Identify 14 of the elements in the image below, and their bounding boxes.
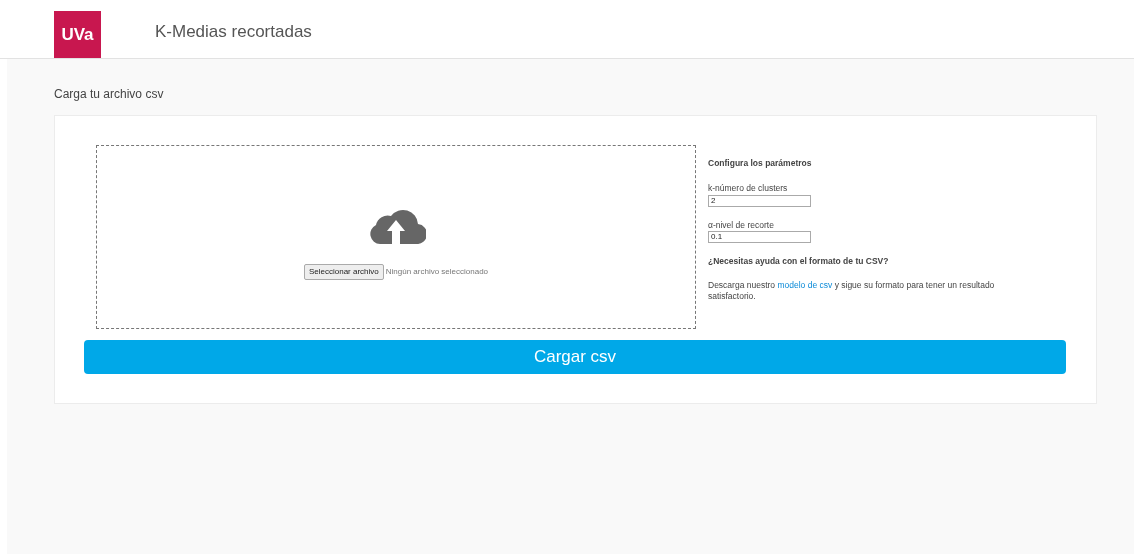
- file-status: Ningún archivo seleccionado: [385, 266, 489, 278]
- help-text: Descarga nuestro modelo de csv y sigue su formato para tener un resultado satisfactorio.: [708, 280, 996, 302]
- drop-zone[interactable]: Seleccionar archivo Ningún archivo seleccionado: [96, 145, 696, 329]
- field-label: k-número de clusters: [708, 181, 789, 195]
- field-label: α-nivel de recorte: [708, 218, 775, 232]
- help-title: ¿Necesitas ayuda con el formato de tu CSV?: [708, 255, 890, 268]
- app-title: K-Medias recortadas: [155, 20, 312, 43]
- logo[interactable]: UVa: [54, 11, 101, 58]
- params-title: Configura los parámetros: [708, 157, 813, 170]
- input-field[interactable]: 0.1: [708, 231, 811, 244]
- csv-template-link[interactable]: modelo de csv: [777, 280, 833, 290]
- section-title: Carga tu archivo csv: [54, 86, 165, 103]
- choose-file-button[interactable]: Seleccionar archivo: [303, 264, 384, 280]
- input-field[interactable]: 2: [708, 194, 811, 207]
